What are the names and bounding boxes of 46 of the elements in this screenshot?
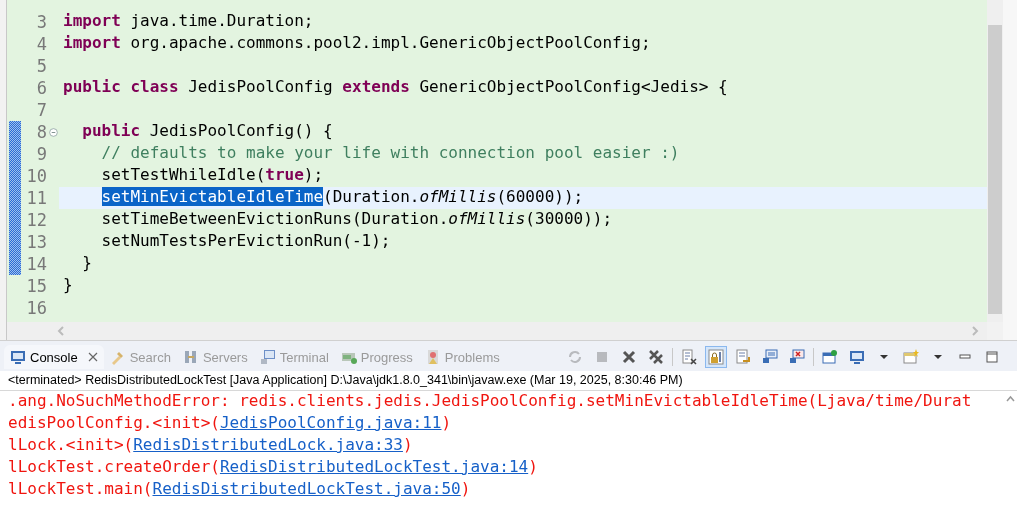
line-number: 8 bbox=[35, 122, 47, 142]
source-link[interactable]: RedisDistributedLockTest.java:14 bbox=[219, 457, 529, 476]
scroll-right-icon[interactable] bbox=[971, 326, 979, 336]
code-line: // defaults to make your life with connection pool easier :) bbox=[101, 143, 680, 162]
code-line: setTimeBetweenEvictionRuns(Duration.ofMillis(30000)); bbox=[101, 209, 613, 228]
panel-tab[interactable]: Console bbox=[4, 345, 104, 369]
lock-icon[interactable] bbox=[705, 346, 727, 368]
server-icon bbox=[182, 349, 199, 365]
console-line: lLockTest.main(RedisDistributedLockTest.java:50) bbox=[8, 479, 472, 500]
console-line: lLockTest.createOrder(RedisDistributedLockTest.java:14) bbox=[8, 457, 539, 478]
line-number: 9 bbox=[35, 144, 47, 164]
source-link[interactable]: JedisPoolConfig.java:11 bbox=[219, 413, 442, 432]
source-link[interactable]: RedisDistributedLockTest.java:50 bbox=[152, 479, 461, 498]
code-line: setNumTestsPerEvictionRun(-1); bbox=[101, 231, 391, 250]
code-line: public JedisPoolConfig() { bbox=[82, 121, 333, 140]
code-line: public class JedisPoolConfig extends GenericObjectPoolConfig<Jedis> { bbox=[63, 77, 728, 96]
line-number: 7 bbox=[35, 100, 47, 120]
line-number: 11 bbox=[25, 188, 47, 208]
line-number: 6 bbox=[35, 78, 47, 98]
scroll-left-icon[interactable] bbox=[57, 326, 65, 336]
line-number: 3 bbox=[35, 12, 47, 32]
console-line: .ang.NoSuchMethodError: redis.clients.jedis.JedisPoolConfig.setMinEvictableIdleTime(Ljava/time/Durat bbox=[8, 391, 973, 412]
change-marker bbox=[9, 121, 21, 143]
code-line: } bbox=[63, 275, 73, 294]
line-number: 10 bbox=[25, 166, 47, 186]
terminal-icon bbox=[259, 349, 276, 365]
code-line: import java.time.Duration; bbox=[63, 11, 314, 30]
line-number: 12 bbox=[25, 210, 47, 230]
console-line: edisPoolConfig.<init>(JedisPoolConfig.java:11) bbox=[8, 413, 453, 434]
line-number: 15 bbox=[25, 276, 47, 296]
scroll-up-icon[interactable] bbox=[1005, 395, 1015, 402]
line-number: 16 bbox=[25, 298, 47, 318]
code-line: import org.apache.commons.pool2.impl.GenericObjectPoolConfig; bbox=[63, 33, 651, 52]
console-line: lLock.<init>(RedisDistributedLock.java:33) bbox=[8, 435, 414, 456]
line-number: 13 bbox=[25, 232, 47, 252]
monitor-icon bbox=[10, 349, 26, 365]
code-line: setTestWhileIdle(true); bbox=[101, 165, 324, 184]
line-number: 4 bbox=[35, 34, 47, 54]
code-line: } bbox=[82, 253, 92, 272]
source-link[interactable]: RedisDistributedLock.java:33 bbox=[133, 435, 403, 454]
code-line: setMinEvictableIdleTime(Duration.ofMillis(60000)); bbox=[101, 187, 584, 206]
line-number: 14 bbox=[25, 254, 47, 274]
change-marker bbox=[9, 253, 21, 275]
collapse-icon[interactable] bbox=[48, 127, 58, 137]
close-icon[interactable] bbox=[87, 352, 98, 362]
line-number: 5 bbox=[35, 56, 47, 76]
